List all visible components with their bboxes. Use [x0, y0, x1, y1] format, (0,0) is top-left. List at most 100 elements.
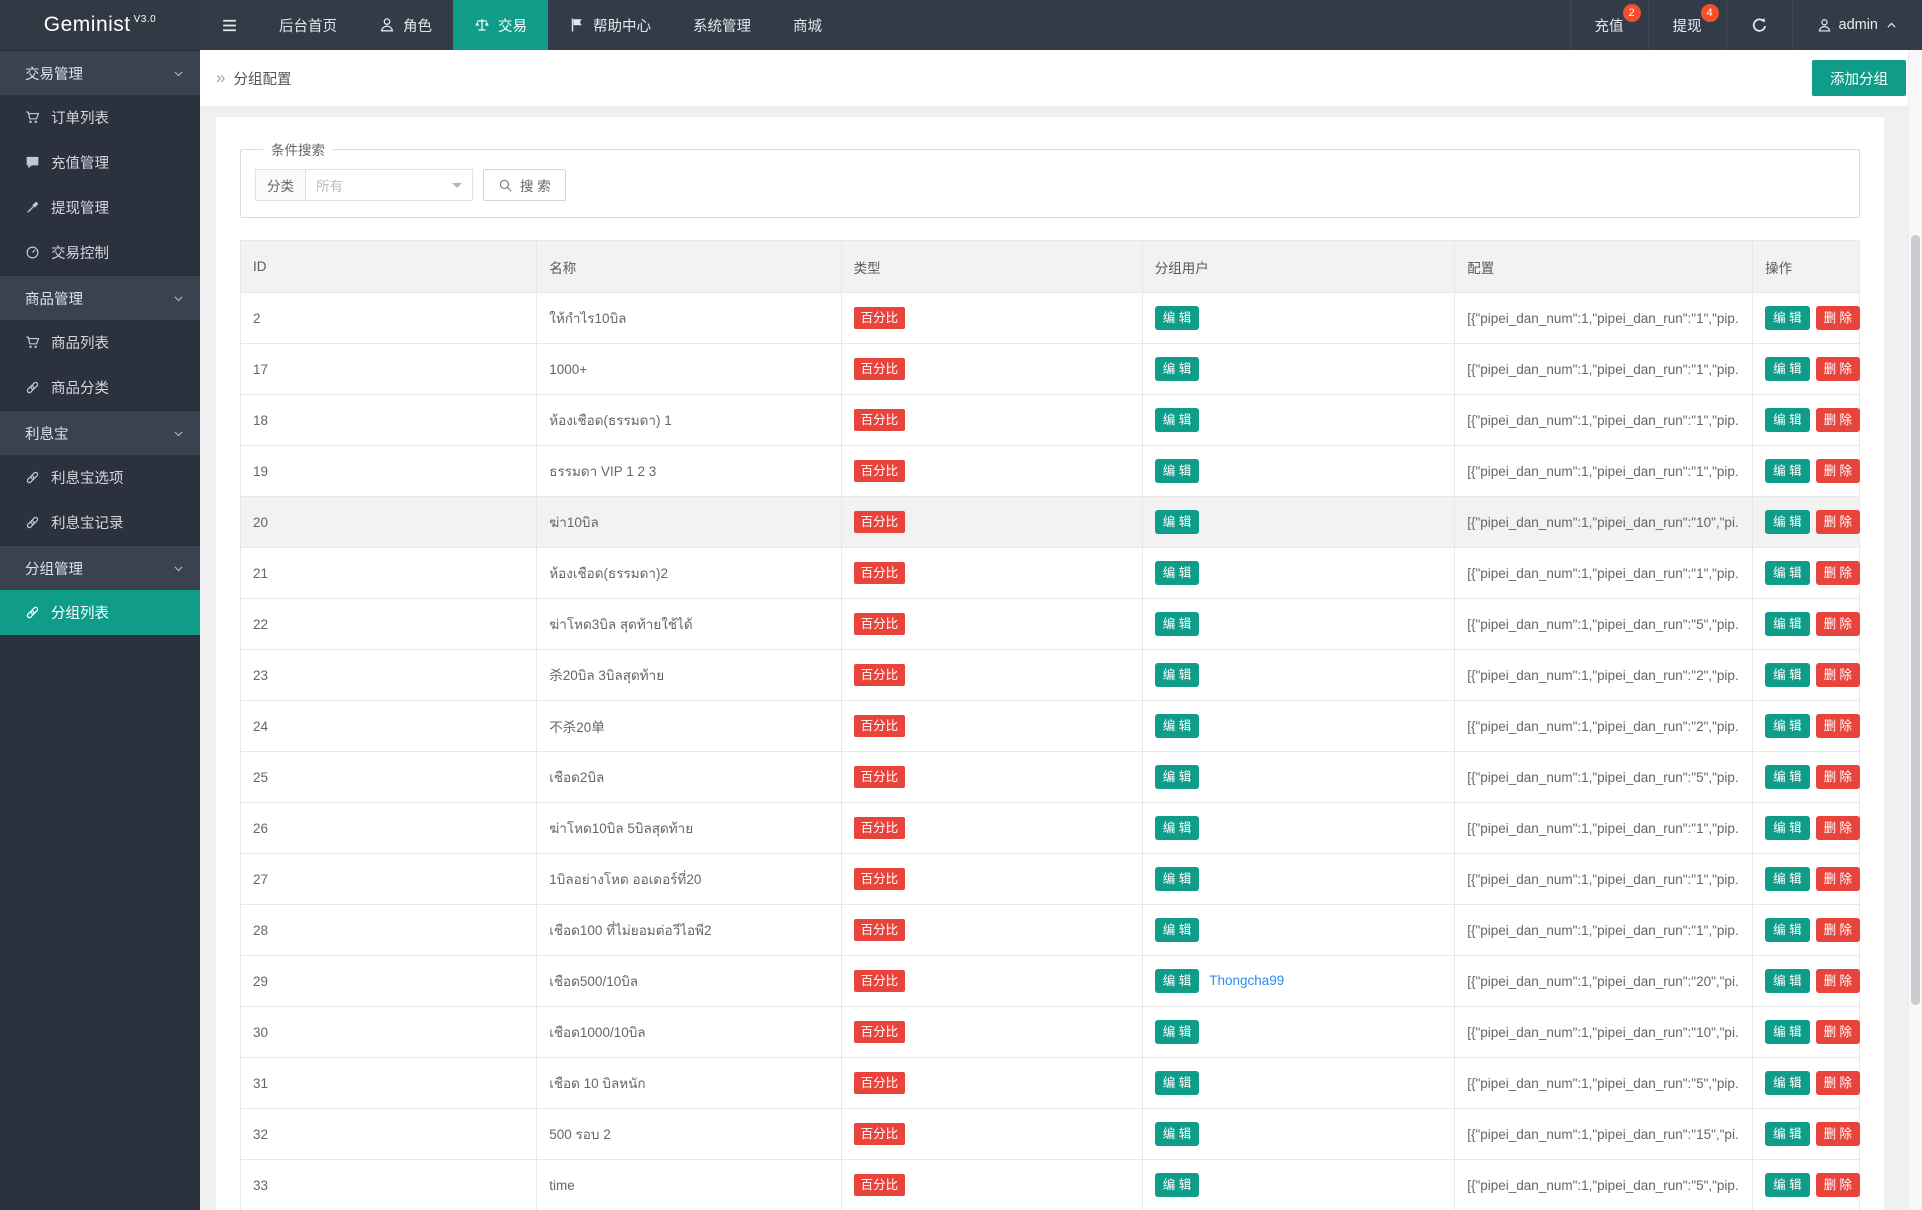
nav-item-help-center[interactable]: 帮助中心 [548, 0, 672, 50]
caret-down-icon [452, 183, 462, 193]
edit-users-button[interactable]: 编 辑 [1154, 1121, 1200, 1147]
edit-users-button[interactable]: 编 辑 [1154, 1070, 1200, 1096]
edit-button[interactable]: 编 辑 [1765, 917, 1810, 943]
delete-button[interactable]: 删 除 [1815, 458, 1861, 484]
delete-button[interactable]: 删 除 [1815, 866, 1861, 892]
edit-users-button[interactable]: 编 辑 [1154, 764, 1200, 790]
recharge-nav-item[interactable]: 充值 2 [1569, 0, 1648, 50]
delete-button[interactable]: 删 除 [1815, 305, 1861, 331]
delete-button[interactable]: 删 除 [1815, 968, 1861, 994]
sidebar-item-goods-list[interactable]: 商品列表 [0, 320, 200, 365]
edit-button[interactable]: 编 辑 [1765, 1070, 1810, 1096]
edit-users-button[interactable]: 编 辑 [1154, 305, 1200, 331]
category-select[interactable]: 所有 [305, 169, 473, 201]
delete-button[interactable]: 删 除 [1815, 815, 1861, 841]
edit-users-button[interactable]: 编 辑 [1154, 1019, 1200, 1045]
group-user-link[interactable]: Thongcha99 [1209, 973, 1284, 988]
refresh-button[interactable] [1725, 0, 1792, 50]
delete-button[interactable]: 删 除 [1815, 1070, 1861, 1096]
table-row: 29 เชือด500/10บิล 百分比 编 辑 Thongcha99 [{"pipei… [239, 955, 1861, 1007]
config-json-text: [{"pipei_dan_num":1,"pipei_dan_run":"1",… [1467, 361, 1741, 377]
edit-button[interactable]: 编 辑 [1765, 305, 1810, 331]
cell-id: 27 [239, 853, 538, 905]
delete-button[interactable]: 删 除 [1815, 1172, 1861, 1198]
edit-button[interactable]: 编 辑 [1765, 866, 1810, 892]
delete-button[interactable]: 删 除 [1815, 1019, 1861, 1045]
nav-item-label: 商城 [793, 18, 822, 35]
edit-users-button[interactable]: 编 辑 [1154, 1172, 1200, 1198]
type-badge: 百分比 [853, 816, 906, 840]
edit-users-button[interactable]: 编 辑 [1154, 611, 1200, 637]
nav-item-system[interactable]: 系统管理 [672, 0, 772, 50]
sidebar-item-order-list[interactable]: 订单列表 [0, 95, 200, 140]
sidebar-item-group-list[interactable]: 分组列表 [0, 590, 200, 635]
user-menu[interactable]: admin [1791, 0, 1922, 50]
cell-actions: 编 辑删 除 [1752, 649, 1861, 701]
sidebar-group-lixibao[interactable]: 利息宝 [0, 410, 200, 455]
delete-button[interactable]: 删 除 [1815, 407, 1861, 433]
edit-button[interactable]: 编 辑 [1765, 611, 1810, 637]
delete-button[interactable]: 删 除 [1815, 662, 1861, 688]
edit-button[interactable]: 编 辑 [1765, 356, 1810, 382]
delete-button[interactable]: 删 除 [1815, 356, 1861, 382]
delete-button[interactable]: 删 除 [1815, 713, 1861, 739]
edit-users-button[interactable]: 编 辑 [1154, 458, 1200, 484]
edit-button[interactable]: 编 辑 [1765, 458, 1810, 484]
edit-users-button[interactable]: 编 辑 [1154, 662, 1200, 688]
sidebar-item-withdraw-mgmt[interactable]: 提现管理 [0, 185, 200, 230]
edit-button[interactable]: 编 辑 [1765, 560, 1810, 586]
scrollbar-thumb[interactable] [1911, 235, 1920, 1005]
delete-button[interactable]: 删 除 [1815, 611, 1861, 637]
edit-users-button[interactable]: 编 辑 [1154, 917, 1200, 943]
search-button-label: 搜 索 [520, 179, 551, 194]
nav-item-trade[interactable]: 交易 [453, 0, 548, 50]
sidebar-group-trade-mgmt[interactable]: 交易管理 [0, 50, 200, 95]
cell-id: 20 [239, 496, 538, 548]
add-group-button[interactable]: 添加分组 [1812, 60, 1906, 96]
sidebar-item-recharge-mgmt[interactable]: 充值管理 [0, 140, 200, 185]
search-fieldset: 条件搜索 分类 所有 搜 索 [240, 139, 1860, 218]
sidebar-group-group-mgmt[interactable]: 分组管理 [0, 545, 200, 590]
sidebar-item-label: 利息宝记录 [51, 516, 124, 532]
edit-button[interactable]: 编 辑 [1765, 815, 1810, 841]
search-button[interactable]: 搜 索 [483, 169, 566, 201]
delete-button[interactable]: 删 除 [1815, 917, 1861, 943]
edit-button[interactable]: 编 辑 [1765, 1172, 1810, 1198]
scrollbar-track[interactable] [1908, 50, 1922, 1210]
withdraw-nav-item[interactable]: 提现 4 [1647, 0, 1726, 50]
sidebar-item-goods-category[interactable]: 商品分类 [0, 365, 200, 410]
edit-users-button[interactable]: 编 辑 [1154, 560, 1200, 586]
sidebar-toggle-button[interactable] [200, 0, 258, 50]
sidebar-item-label: 提现管理 [51, 201, 109, 217]
edit-button[interactable]: 编 辑 [1765, 764, 1810, 790]
nav-item-dashboard[interactable]: 后台首页 [258, 0, 358, 50]
edit-button[interactable]: 编 辑 [1765, 407, 1810, 433]
delete-button[interactable]: 删 除 [1815, 509, 1861, 535]
edit-button[interactable]: 编 辑 [1765, 713, 1810, 739]
cell-type: 百分比 [840, 292, 1143, 344]
edit-button[interactable]: 编 辑 [1765, 968, 1810, 994]
table-row: 20 ฆ่า10บิล 百分比 编 辑 [{"pipei_dan_num":1,"pip… [239, 496, 1861, 548]
type-badge: 百分比 [853, 663, 906, 687]
sidebar-group-goods-mgmt[interactable]: 商品管理 [0, 275, 200, 320]
nav-item-mall[interactable]: 商城 [772, 0, 843, 50]
edit-users-button[interactable]: 编 辑 [1154, 407, 1200, 433]
delete-button[interactable]: 删 除 [1815, 560, 1861, 586]
edit-users-button[interactable]: 编 辑 [1154, 866, 1200, 892]
sidebar-item-lixibao-options[interactable]: 利息宝选项 [0, 455, 200, 500]
cell-config: [{"pipei_dan_num":1,"pipei_dan_run":"5",… [1454, 1159, 1754, 1210]
delete-button[interactable]: 删 除 [1815, 764, 1861, 790]
sidebar-item-trade-control[interactable]: 交易控制 [0, 230, 200, 275]
edit-button[interactable]: 编 辑 [1765, 509, 1810, 535]
edit-users-button[interactable]: 编 辑 [1154, 815, 1200, 841]
edit-users-button[interactable]: 编 辑 [1154, 713, 1200, 739]
edit-button[interactable]: 编 辑 [1765, 1121, 1810, 1147]
nav-item-roles[interactable]: 角色 [358, 0, 453, 50]
edit-users-button[interactable]: 编 辑 [1154, 968, 1200, 994]
edit-users-button[interactable]: 编 辑 [1154, 509, 1200, 535]
edit-users-button[interactable]: 编 辑 [1154, 356, 1200, 382]
sidebar-item-lixibao-records[interactable]: 利息宝记录 [0, 500, 200, 545]
edit-button[interactable]: 编 辑 [1765, 1019, 1810, 1045]
edit-button[interactable]: 编 辑 [1765, 662, 1810, 688]
delete-button[interactable]: 删 除 [1815, 1121, 1861, 1147]
